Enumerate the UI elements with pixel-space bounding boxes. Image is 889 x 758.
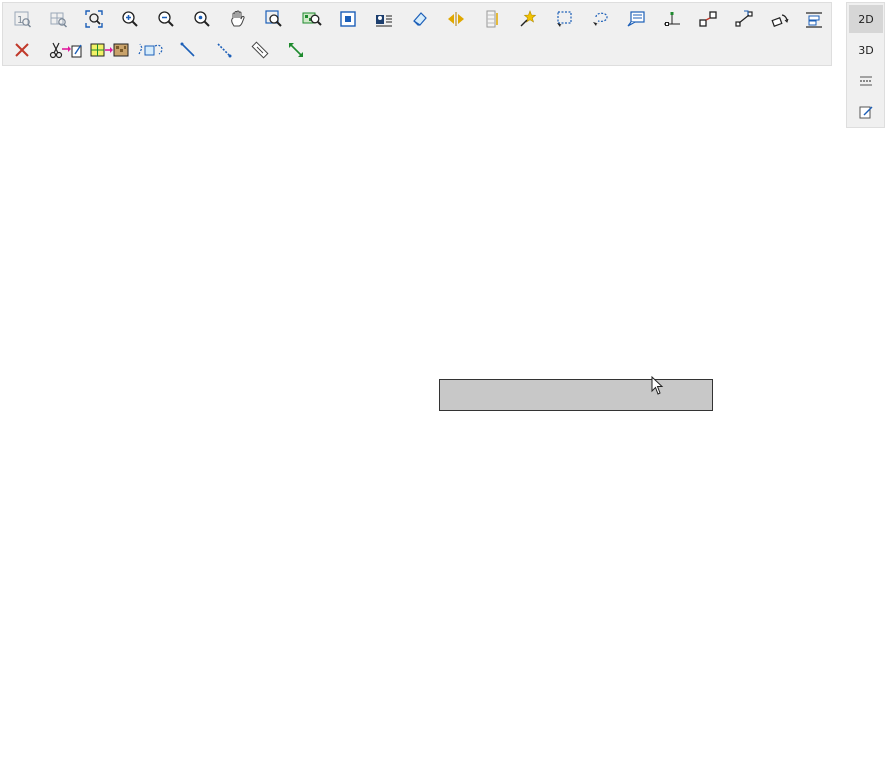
node-move-icon [699, 11, 717, 27]
callout-text-button[interactable] [623, 6, 649, 32]
node-rotate-icon [771, 14, 789, 27]
draw-dashed-line-button[interactable] [211, 37, 237, 63]
node-rotate-button[interactable] [767, 6, 793, 32]
zoom-layer-icon [302, 12, 322, 26]
grid-to-raster-icon [90, 43, 129, 57]
delete-icon [15, 43, 29, 57]
edit-note-icon [859, 106, 873, 119]
highlight-star-icon [520, 10, 537, 27]
layer-properties-icon [376, 15, 392, 27]
zoom-in-button[interactable] [117, 6, 143, 32]
measure-distance-icon [289, 43, 303, 57]
zoom-dynamic-button[interactable] [189, 6, 215, 32]
zoom-window-icon [265, 10, 282, 27]
draw-line-icon [180, 42, 195, 57]
zoom-previous-icon [50, 12, 68, 28]
lasso-selection-icon [593, 12, 608, 26]
text-input-field[interactable] [439, 379, 713, 411]
erase-shape-button[interactable] [407, 6, 433, 32]
erase-shape-icon [413, 12, 427, 26]
zoom-extents-button[interactable] [81, 6, 107, 32]
zoom-dynamic-icon [194, 11, 210, 27]
svg-text:1: 1 [17, 15, 23, 26]
shape-snap-button[interactable] [137, 37, 167, 63]
shape-snap-icon [138, 43, 163, 56]
measure-ruler-icon [251, 41, 269, 59]
pan-button[interactable] [225, 6, 251, 32]
select-object-icon [340, 11, 356, 27]
zoom-extents-icon [85, 10, 103, 28]
grid-to-raster-button[interactable] [89, 37, 131, 63]
node-insert-icon [664, 12, 680, 26]
section-lines-icon [860, 76, 872, 86]
select-object-button[interactable] [335, 6, 361, 32]
zoom-window-button[interactable] [261, 6, 287, 32]
layer-properties-button[interactable] [371, 6, 397, 32]
measure-distance-button[interactable] [283, 37, 309, 63]
callout-text-icon [627, 11, 645, 27]
node-align-icon [806, 12, 822, 28]
column-grid-icon [486, 10, 498, 28]
view-3d-button[interactable]: 3D [849, 36, 883, 64]
cut-to-edit-icon [49, 42, 82, 59]
map-canvas[interactable]: 1 2D 3D [0, 0, 889, 758]
cut-to-edit-button[interactable] [49, 37, 83, 63]
view-2d-button[interactable]: 2D [849, 5, 883, 33]
mouse-cursor-icon [651, 376, 664, 395]
rect-selection-icon [557, 11, 572, 27]
draw-dashed-line-icon [217, 43, 232, 58]
zoom-layer-button[interactable] [299, 6, 325, 32]
zoom-out-button[interactable] [153, 6, 179, 32]
zoom-out-icon [158, 11, 174, 27]
zoom-1-to-1-icon: 1 [14, 11, 32, 28]
measure-ruler-button[interactable] [247, 37, 273, 63]
edit-notes-button[interactable] [849, 98, 883, 126]
zoom-1-to-1-button[interactable]: 1 [9, 6, 35, 32]
main-toolbar: 1 [2, 2, 832, 66]
node-scale-icon [735, 10, 753, 27]
view-mode-panel: 2D 3D [846, 2, 885, 128]
node-scale-button[interactable] [731, 6, 757, 32]
delete-button[interactable] [9, 37, 35, 63]
rect-selection-button[interactable] [551, 6, 577, 32]
flip-horizontal-button[interactable] [443, 6, 469, 32]
zoom-in-icon [122, 11, 138, 27]
node-move-button[interactable] [695, 6, 721, 32]
highlight-star-button[interactable] [515, 6, 541, 32]
column-grid-button[interactable] [479, 6, 505, 32]
draw-line-button[interactable] [175, 37, 201, 63]
zoom-previous-button[interactable] [45, 6, 71, 32]
node-align-button[interactable] [801, 6, 827, 32]
flip-horizontal-icon [448, 12, 464, 26]
pan-hand-icon [231, 10, 245, 27]
lasso-selection-button[interactable] [587, 6, 613, 32]
section-view-button[interactable] [849, 67, 883, 95]
node-insert-button[interactable] [659, 6, 685, 32]
